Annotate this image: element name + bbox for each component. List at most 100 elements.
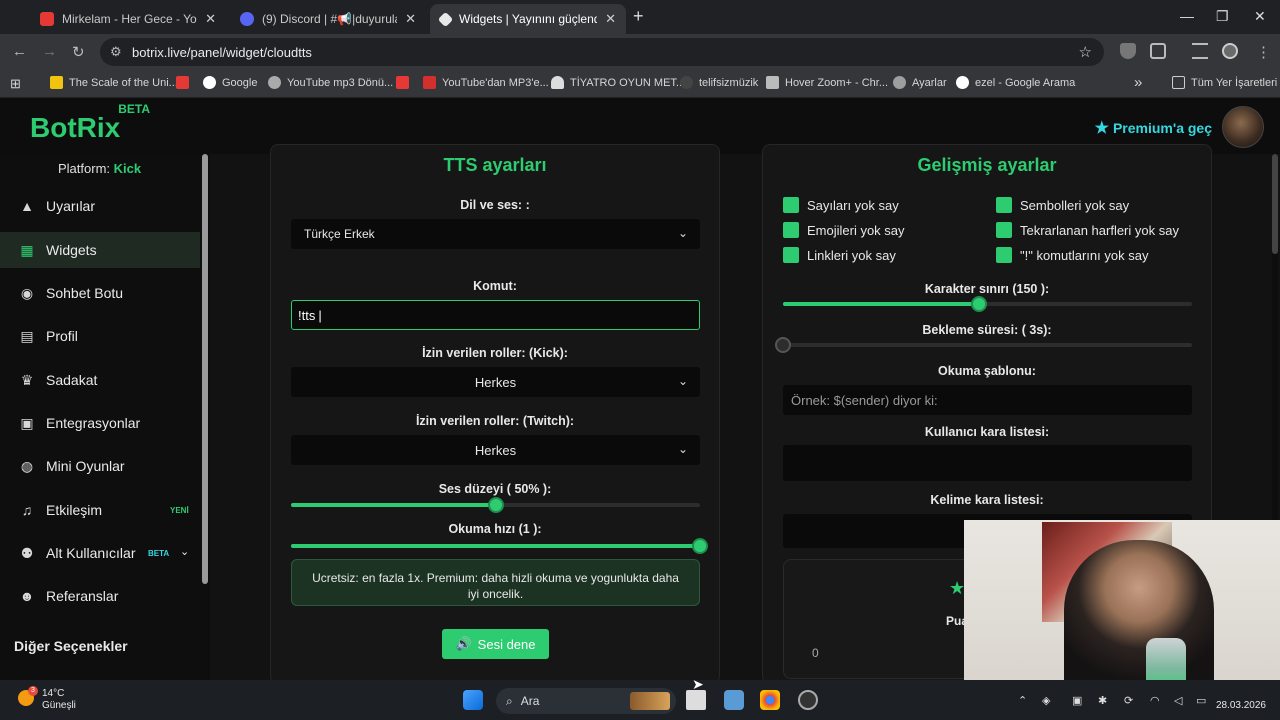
streamer-face — [1064, 540, 1214, 698]
new-tab-icon[interactable]: + — [633, 6, 644, 27]
user-blacklist-input[interactable] — [783, 445, 1192, 481]
sync-icon[interactable]: ⟳ — [1124, 694, 1133, 707]
sidebar-item-loyalty[interactable]: ♛ Sadakat — [0, 362, 200, 398]
points-value[interactable]: 0 — [812, 646, 819, 660]
battery-icon[interactable]: ▭ — [1196, 694, 1206, 707]
cooldown-knob[interactable] — [775, 337, 791, 353]
shield-extension-icon[interactable] — [1120, 43, 1136, 59]
logo[interactable]: BotRixBETA — [30, 102, 152, 144]
tray-app-icon[interactable]: ◈ — [1042, 694, 1050, 707]
bookmark-item[interactable]: telifsizmüzik — [680, 76, 758, 89]
ignore-emojis-checkbox[interactable]: Emojileri yok say — [783, 222, 905, 238]
sidebar-item-profile[interactable]: ▤ Profil — [0, 318, 200, 354]
forward-icon[interactable]: → — [42, 43, 57, 60]
taskbar-search[interactable]: ⌕ Ara — [496, 688, 676, 714]
browser-tab-youtube[interactable]: Mirkelam - Her Gece - YouTube ✕ — [30, 4, 226, 34]
bookmark-item[interactable]: The Scale of the Uni... — [50, 76, 178, 89]
sidebar-item-referrals[interactable]: ☻ Referanslar — [0, 578, 200, 614]
chevron-down-icon: ⌄ — [677, 374, 688, 388]
back-icon[interactable]: ← — [12, 43, 27, 60]
sidebar-item-alerts[interactable]: ▲ Uyarılar — [0, 188, 200, 224]
trophy-icon: ♛ — [20, 371, 34, 388]
sidebar-item-integrations[interactable]: ▣ Entegrasyonlar — [0, 405, 200, 441]
chrome-icon[interactable] — [760, 690, 780, 710]
sidebar-item-widgets[interactable]: ▦ Widgets — [0, 232, 200, 268]
char-limit-knob[interactable] — [971, 296, 987, 312]
integration-icon: ▣ — [20, 414, 34, 431]
obs-icon[interactable] — [798, 690, 818, 710]
cooldown-label: Bekleme süresi: ( 3s): — [922, 323, 1052, 337]
mouse-cursor-icon: ➤ — [692, 676, 704, 692]
ignore-numbers-checkbox[interactable]: Sayıları yok say — [783, 197, 899, 213]
maximize-icon[interactable]: ❐ — [1216, 8, 1229, 25]
template-input[interactable]: Örnek: $(sender) diyor ki: — [783, 385, 1192, 415]
voice-select[interactable]: Türkçe Erkek ⌄ — [291, 219, 700, 249]
char-limit-slider[interactable] — [783, 296, 1192, 312]
taskbar: 3 14°C Güneşli ⌕ Ara ⌃ ◈ ▣ ✱ ⟳ ◠ ◁ ▭ 28.03… — [0, 680, 1280, 720]
volume-icon[interactable]: ◁ — [1174, 694, 1182, 707]
ignore-symbols-checkbox[interactable]: Sembolleri yok say — [996, 197, 1129, 213]
bookmark-item[interactable]: Hover Zoom+ - Chr... — [766, 76, 888, 89]
extensions-icon[interactable] — [1150, 43, 1166, 59]
clock-date[interactable]: 28.03.2026 — [1216, 700, 1266, 711]
template-label: Okuma şablonu: — [938, 364, 1036, 378]
speed-slider[interactable] — [291, 538, 708, 554]
sidebar-item-minigames[interactable]: ◍ Mini Oyunlar — [0, 448, 200, 484]
bookmark-item[interactable]: Ayarlar — [893, 76, 947, 89]
browser-tab-widgets[interactable]: Widgets | Yayınını güçlendirmek için ✕ — [430, 4, 626, 34]
all-bookmarks[interactable]: Tüm Yer İşaretleri — [1172, 76, 1277, 89]
bookmark-star-icon[interactable]: ☆ — [1079, 43, 1092, 61]
close-tab-icon[interactable]: ✕ — [605, 11, 616, 27]
bookmark-item[interactable]: Google — [203, 76, 257, 89]
command-input[interactable]: !tts | — [291, 300, 700, 330]
tray-chevron-icon[interactable]: ⌃ — [1018, 694, 1027, 707]
bookmark-item[interactable]: YouTube mp3 Dönü... — [268, 76, 393, 89]
menu-icon[interactable]: ⋮ — [1256, 43, 1271, 61]
premium-button[interactable]: ★ Premium'a geç — [1095, 118, 1212, 138]
bluetooth-icon[interactable]: ✱ — [1098, 694, 1107, 707]
profile-icon[interactable] — [1222, 43, 1238, 59]
bookmark-item[interactable] — [396, 76, 415, 89]
bookmark-item[interactable]: ezel - Google Arama — [956, 76, 1075, 89]
cooldown-slider[interactable] — [775, 337, 1192, 353]
chevron-down-icon[interactable]: ⌄ — [180, 545, 189, 558]
bookmark-item[interactable]: YouTube'dan MP3'e... — [423, 76, 549, 89]
photos-icon[interactable] — [724, 690, 744, 710]
site-info-icon[interactable]: ⚙ — [110, 44, 122, 60]
volume-knob[interactable] — [488, 497, 504, 513]
kick-roles-select[interactable]: Herkes ⌄ — [291, 367, 700, 397]
globe-icon — [268, 76, 281, 89]
close-window-icon[interactable]: ✕ — [1254, 8, 1266, 25]
browser-tab-discord[interactable]: (9) Discord | #📢|duyurular | ... ✕ — [230, 4, 426, 34]
youtube-icon — [176, 76, 189, 89]
ignore-commands-checkbox[interactable]: "!" komutlarını yok say — [996, 247, 1148, 263]
ignore-links-checkbox[interactable]: Linkleri yok say — [783, 247, 896, 263]
speed-fill — [291, 544, 700, 548]
minimize-icon[interactable]: — — [1180, 8, 1194, 24]
sidebar-item-subusers[interactable]: ⚉ Alt Kullanıcılar BETA ⌄ — [0, 535, 200, 571]
reload-icon[interactable]: ↻ — [72, 43, 85, 61]
test-voice-button[interactable]: 🔊 Sesi dene — [442, 629, 549, 659]
nvidia-icon[interactable]: ▣ — [1072, 694, 1082, 707]
sidebar-scrollbar[interactable] — [202, 154, 208, 584]
bookmark-item[interactable] — [176, 76, 195, 89]
avatar[interactable] — [1222, 106, 1264, 148]
close-tab-icon[interactable]: ✕ — [205, 11, 216, 27]
twitch-roles-select[interactable]: Herkes ⌄ — [291, 435, 700, 465]
windows-start-icon[interactable] — [463, 690, 483, 710]
text-caret: | — [318, 307, 322, 323]
speed-knob[interactable] — [692, 538, 708, 554]
sidebar-item-interaction[interactable]: ♫ Etkileşim YENİ — [0, 492, 200, 528]
wifi-icon[interactable]: ◠ — [1150, 694, 1160, 707]
file-explorer-icon[interactable] — [686, 690, 706, 710]
ignore-repeated-letters-checkbox[interactable]: Tekrarlanan harfleri yok say — [996, 222, 1179, 238]
volume-slider[interactable] — [291, 497, 700, 513]
url-input[interactable]: ⚙ botrix.live/panel/widget/cloudtts ☆ — [100, 38, 1104, 66]
apps-icon[interactable]: ⊞ — [10, 76, 21, 92]
more-bookmarks-icon[interactable]: » — [1134, 74, 1142, 91]
other-options[interactable]: Diğer Seçenekler — [14, 638, 128, 654]
media-icon[interactable] — [1192, 43, 1208, 59]
close-tab-icon[interactable]: ✕ — [405, 11, 416, 27]
sidebar-item-chatbot[interactable]: ◉ Sohbet Botu — [0, 275, 200, 311]
bookmark-item[interactable]: TİYATRO OYUN MET... — [551, 76, 685, 89]
